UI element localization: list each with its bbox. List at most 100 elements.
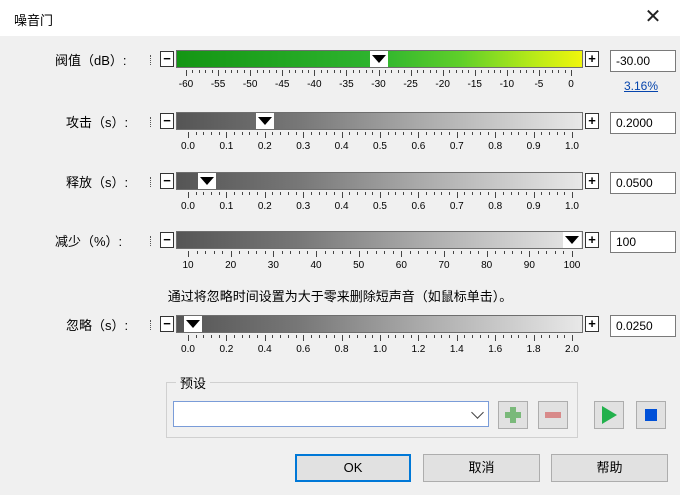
tick-mark bbox=[449, 70, 451, 73]
ignore-value-field[interactable]: 0.0250 bbox=[610, 315, 676, 337]
tick-mark bbox=[318, 192, 320, 195]
reduction-slider-thumb[interactable] bbox=[565, 236, 579, 244]
tick-mark bbox=[442, 70, 444, 76]
tick-mark bbox=[404, 70, 406, 73]
tick-mark bbox=[341, 335, 343, 341]
tick-mark bbox=[310, 335, 312, 338]
reduction-decrease-button[interactable]: − bbox=[160, 232, 174, 248]
tick-label: 0.7 bbox=[449, 201, 464, 212]
tick-mark bbox=[392, 251, 394, 254]
tick-mark bbox=[280, 132, 282, 135]
threshold-slider-thumb[interactable] bbox=[371, 55, 386, 63]
tick-mark bbox=[532, 70, 534, 73]
tick-label: 10 bbox=[182, 260, 194, 271]
reduction-slider-track[interactable] bbox=[176, 231, 583, 249]
tick-mark bbox=[237, 70, 239, 73]
tick-mark bbox=[287, 335, 289, 338]
threshold-dotted-marker bbox=[150, 55, 151, 65]
threshold-value-field[interactable]: -30.00 bbox=[610, 50, 676, 72]
tick-mark bbox=[295, 132, 297, 135]
tick-label: -60 bbox=[178, 79, 194, 90]
release-increase-button[interactable]: + bbox=[585, 173, 599, 189]
tick-mark bbox=[418, 192, 420, 198]
reduction-increase-button[interactable]: + bbox=[585, 232, 599, 248]
tick-mark bbox=[495, 132, 497, 138]
attack-slider-track[interactable] bbox=[176, 112, 583, 130]
add-preset-button[interactable] bbox=[498, 401, 528, 429]
reduction-value-field[interactable]: 100 bbox=[610, 231, 676, 253]
tick-mark bbox=[548, 192, 550, 195]
tick-label: 0.3 bbox=[296, 141, 311, 152]
ignore-slider-track[interactable] bbox=[176, 315, 583, 333]
tick-mark bbox=[333, 251, 335, 254]
release-slider-thumb[interactable] bbox=[200, 177, 215, 185]
help-button[interactable]: 帮助 bbox=[551, 454, 668, 482]
release-slider-track[interactable] bbox=[176, 172, 583, 190]
tick-mark bbox=[318, 132, 320, 135]
threshold-increase-button[interactable]: + bbox=[585, 51, 599, 67]
attack-decrease-button[interactable]: − bbox=[160, 113, 174, 129]
tick-mark bbox=[346, 70, 348, 76]
tick-mark bbox=[256, 251, 258, 254]
threshold-decrease-button[interactable]: − bbox=[160, 51, 174, 67]
tick-mark bbox=[441, 132, 443, 135]
tick-mark bbox=[433, 132, 435, 135]
stop-button[interactable] bbox=[636, 401, 666, 429]
tick-mark bbox=[314, 70, 316, 76]
ignore-decrease-button[interactable]: − bbox=[160, 316, 174, 332]
tick-label: 0.6 bbox=[411, 141, 426, 152]
preset-dropdown[interactable] bbox=[173, 401, 489, 427]
tick-mark bbox=[196, 251, 198, 254]
threshold-percent-link[interactable]: 3.16% bbox=[624, 79, 658, 93]
tick-mark bbox=[203, 335, 205, 338]
tick-mark bbox=[234, 335, 236, 338]
tick-mark bbox=[533, 335, 535, 341]
tick-mark bbox=[367, 251, 369, 254]
tick-mark bbox=[326, 132, 328, 135]
ignore-increase-button[interactable]: + bbox=[585, 316, 599, 332]
tick-mark bbox=[554, 251, 556, 254]
tick-mark bbox=[211, 192, 213, 195]
ignore-slider-thumb[interactable] bbox=[185, 320, 200, 328]
cancel-button[interactable]: 取消 bbox=[423, 454, 540, 482]
tick-mark bbox=[546, 251, 548, 254]
tick-label: 80 bbox=[481, 260, 493, 271]
tick-mark bbox=[502, 192, 504, 195]
play-button[interactable] bbox=[594, 401, 624, 429]
tick-mark bbox=[188, 192, 189, 198]
tick-mark bbox=[316, 251, 317, 257]
tick-mark bbox=[356, 192, 358, 195]
ok-button[interactable]: OK bbox=[295, 454, 411, 482]
tick-mark bbox=[541, 132, 543, 135]
tick-label: 1.0 bbox=[373, 344, 387, 355]
tick-mark bbox=[352, 70, 354, 73]
remove-preset-button[interactable] bbox=[538, 401, 568, 429]
tick-mark bbox=[372, 70, 374, 73]
tick-mark bbox=[356, 132, 358, 135]
attack-slider-thumb[interactable] bbox=[257, 117, 272, 125]
release-decrease-button[interactable]: − bbox=[160, 173, 174, 189]
tick-mark bbox=[478, 251, 480, 254]
attack-increase-button[interactable]: + bbox=[585, 113, 599, 129]
release-dotted-marker bbox=[150, 177, 151, 187]
tick-mark bbox=[433, 192, 435, 195]
tick-mark bbox=[545, 70, 547, 73]
tick-mark bbox=[349, 335, 351, 338]
tick-mark bbox=[349, 192, 351, 195]
close-icon[interactable]: ✕ bbox=[640, 6, 666, 30]
attack-value-field[interactable]: 0.2000 bbox=[610, 112, 676, 134]
tick-mark bbox=[269, 70, 271, 73]
tick-mark bbox=[479, 192, 481, 195]
tick-label: 0.2 bbox=[219, 344, 234, 355]
tick-mark bbox=[502, 335, 504, 338]
tick-mark bbox=[572, 132, 573, 138]
tick-mark bbox=[340, 70, 341, 73]
tick-label: 0.0 bbox=[181, 344, 195, 355]
tick-mark bbox=[287, 132, 289, 135]
release-value-field[interactable]: 0.0500 bbox=[610, 172, 676, 194]
tick-mark bbox=[350, 251, 352, 254]
tick-mark bbox=[205, 251, 207, 254]
tick-mark bbox=[487, 70, 489, 73]
tick-mark bbox=[303, 192, 305, 198]
tick-mark bbox=[564, 335, 566, 338]
